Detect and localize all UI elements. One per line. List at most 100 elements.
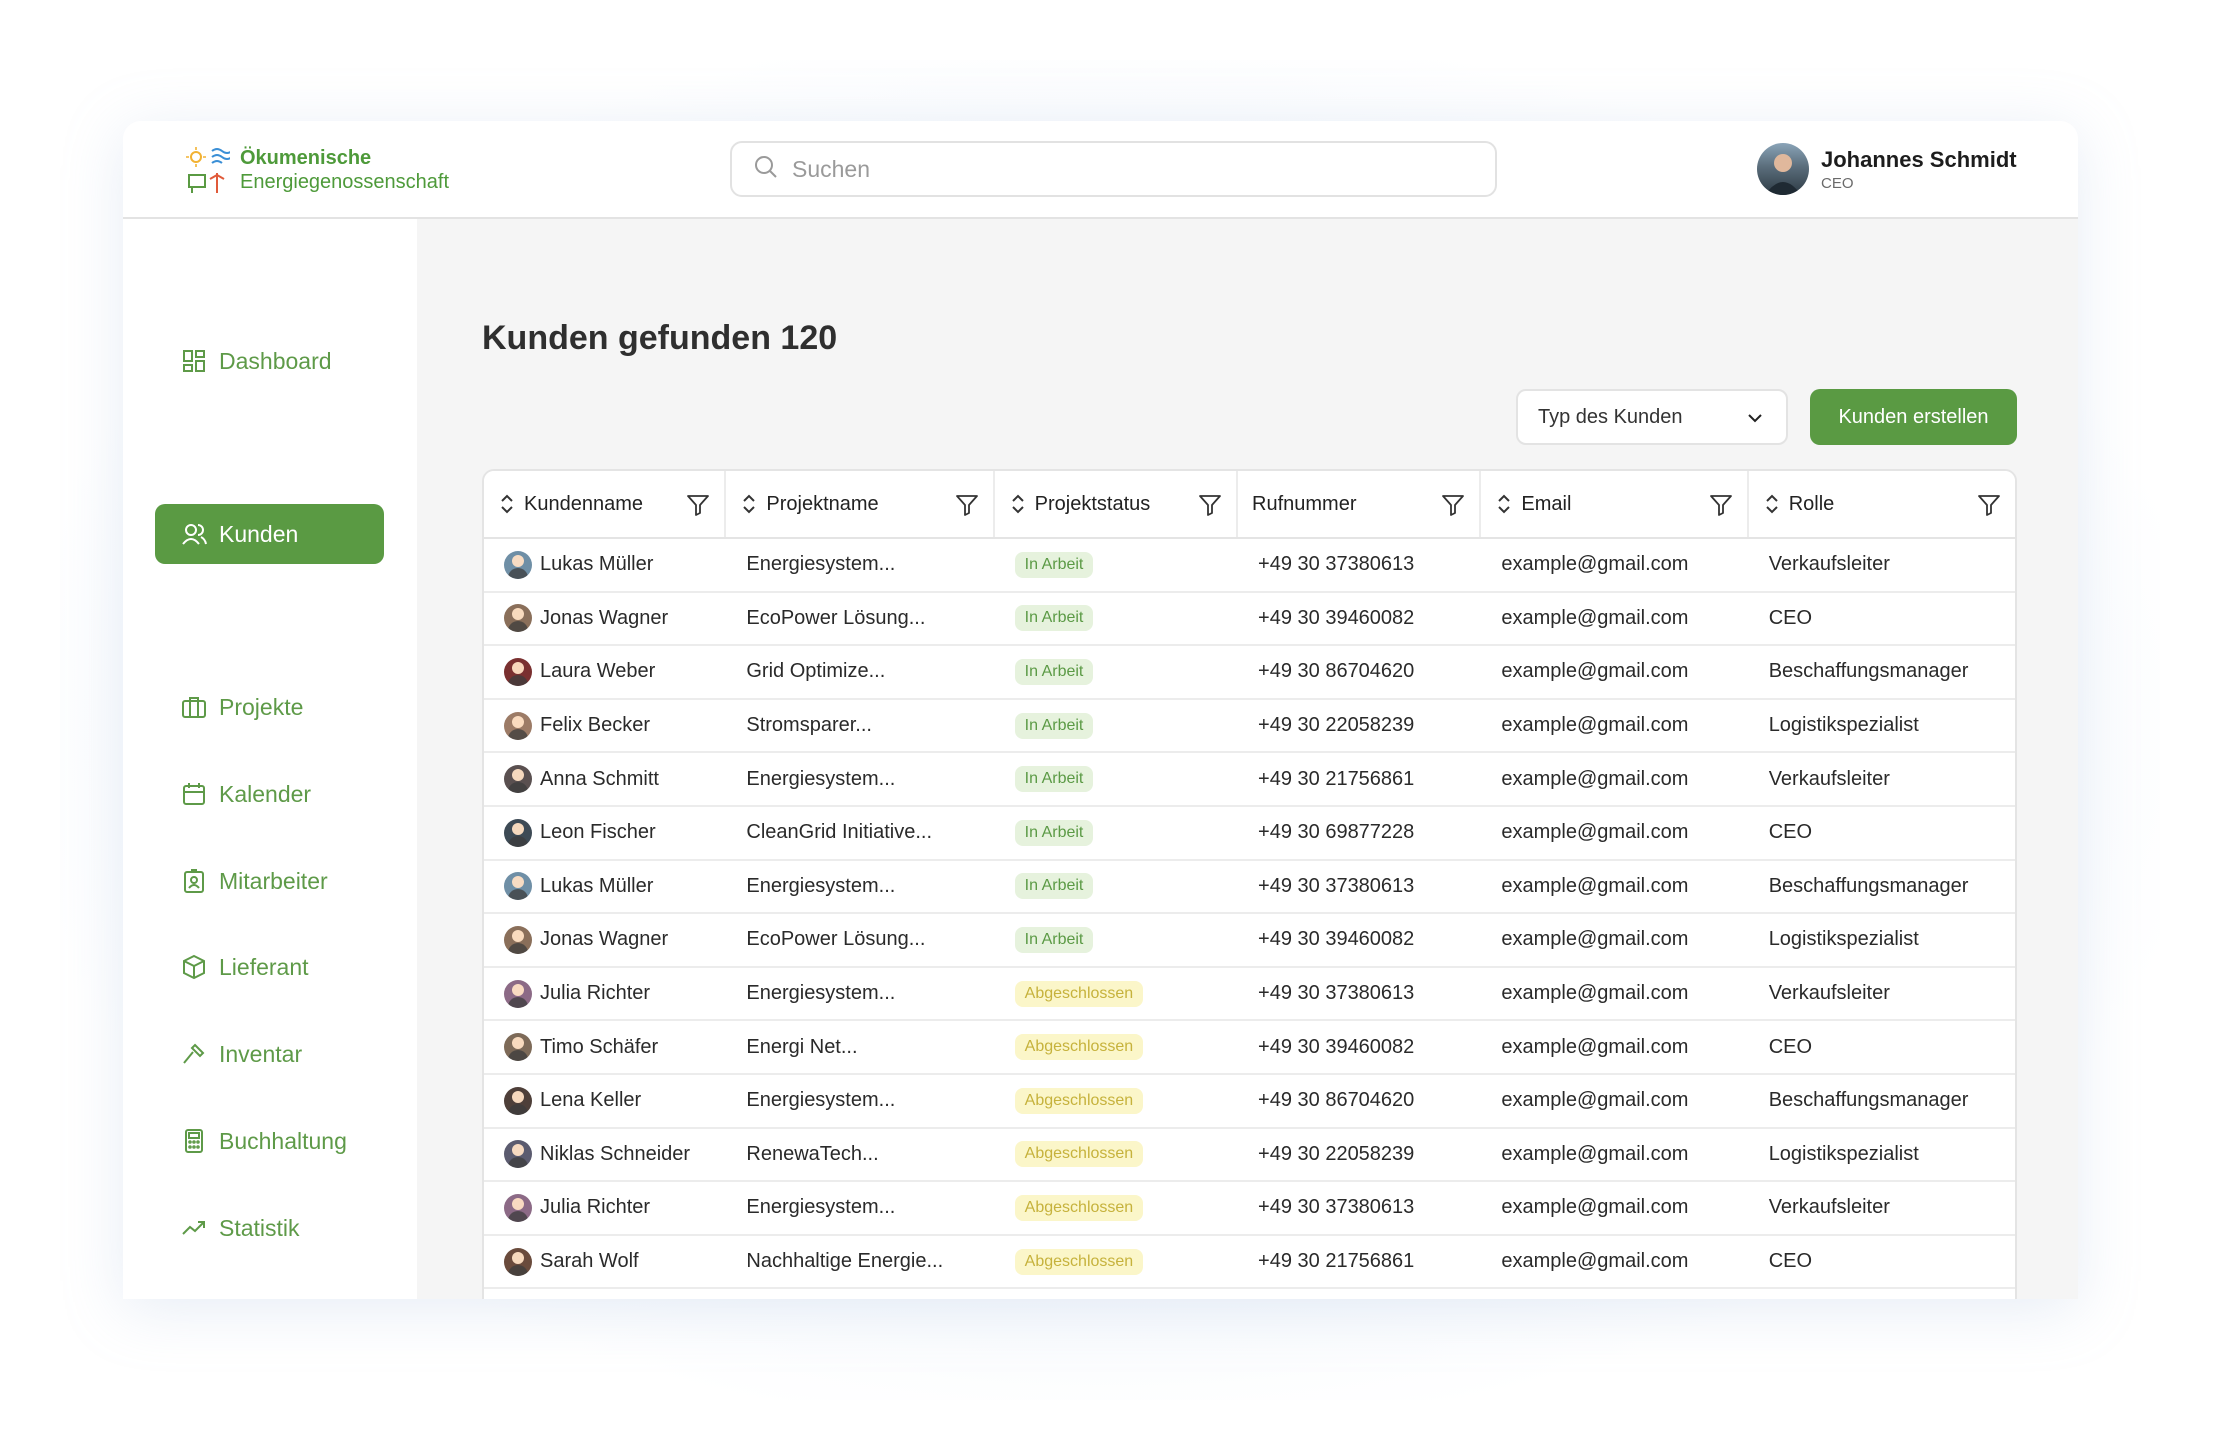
filter-icon[interactable] (1198, 493, 1222, 517)
cell-project-status: Abgeschlossen (995, 1129, 1238, 1181)
table-row[interactable]: Jonas Wagner EcoPower Lösung... In Arbeit +… (484, 914, 2015, 968)
cell-project-status: Abgeschlossen (995, 1021, 1238, 1073)
cell-project-name: Energiesystem... (746, 1089, 896, 1112)
search-input[interactable] (792, 155, 1472, 183)
create-customer-button[interactable]: Kunden erstellen (1810, 389, 2017, 445)
sidebar-item-projekte[interactable]: Projekte (155, 677, 384, 737)
avatar (504, 872, 532, 901)
table-row[interactable]: Lukas Müller Energiesystem... In Arbeit +49… (484, 539, 2015, 593)
sidebar-item-label: Inventar (219, 1040, 303, 1067)
cell-role: Logistikspezialist (1768, 714, 1919, 737)
cell-customer-name[interactable]: Timo Schäfer (484, 1021, 726, 1073)
app-window: Ökumenische Energiegenossenschaft Johann… (123, 121, 2078, 1299)
cell-customer-name[interactable]: Laura Weber (484, 646, 726, 698)
cell-customer-name[interactable]: Lukas Müller (484, 539, 726, 591)
table-row[interactable]: Sarah Wolf Nachhaltige Energie... Abgeschl… (484, 1236, 2015, 1290)
customer-name: Lukas Müller (540, 874, 654, 897)
cell-customer-name[interactable]: Felix Becker (484, 700, 726, 752)
table-row[interactable]: Lukas Müller Energiesystem... In Arbeit +49… (484, 861, 2015, 915)
cell-project-name: Nachhaltige Energie... (746, 1250, 944, 1273)
table-row[interactable]: Anna Schmitt Energiesystem... In Arbeit +49… (484, 753, 2015, 807)
sort-icon[interactable] (1009, 493, 1027, 515)
cell-project-status: Abgeschlossen (995, 968, 1238, 1020)
status-badge: Abgeschlossen (1014, 980, 1144, 1007)
cell-project-name: CleanGrid Initiative... (746, 821, 933, 844)
page-title: Kunden gefunden 120 (482, 319, 838, 357)
table-row[interactable]: Leon Fischer CleanGrid Initiative... In Ar… (484, 807, 2015, 861)
cell-customer-name[interactable]: Julia Richter (484, 1182, 726, 1234)
cell-phone: +49 30 37380613 (1258, 553, 1415, 576)
cell-customer-name[interactable]: Lena Keller (484, 1075, 726, 1127)
table-row[interactable]: Julia Richter Energiesystem... Abgeschloss… (484, 968, 2015, 1022)
cell-customer-name[interactable]: Leon Fischer (484, 807, 726, 859)
sidebar-item-inventar[interactable]: Inventar (155, 1024, 384, 1084)
cell-project-name: Energiesystem... (746, 1196, 896, 1219)
customer-name: Laura Weber (540, 660, 656, 683)
sidebar-item-label: Dashboard (219, 347, 332, 374)
filter-icon[interactable] (1977, 493, 2001, 517)
column-label: Rufnummer (1252, 492, 1357, 515)
filter-icon[interactable] (1709, 493, 1733, 517)
cell-phone: +49 30 39460082 (1258, 928, 1415, 951)
column-header-projektname[interactable]: Projektname (726, 471, 995, 537)
avatar[interactable] (1757, 143, 1809, 195)
filter-icon[interactable] (955, 493, 979, 517)
cell-project-name: Grid Optimize... (746, 660, 886, 683)
table-row[interactable]: Timo Schäfer Energi Net... Abgeschlossen +4… (484, 1021, 2015, 1075)
sidebar-item-mitarbeiter[interactable]: Mitarbeiter (155, 851, 384, 911)
status-badge: Abgeschlossen (1014, 1248, 1144, 1275)
table-row[interactable]: Laura Weber Grid Optimize... In Arbeit +49 … (484, 646, 2015, 700)
cell-role: Verkaufsleiter (1768, 982, 1890, 1005)
filter-icon[interactable] (1441, 493, 1465, 517)
avatar (504, 1193, 532, 1222)
filter-icon[interactable] (686, 493, 710, 517)
cell-customer-name[interactable]: Jonas Wagner (484, 914, 726, 966)
column-header-kundenname[interactable]: Kundenname (484, 471, 727, 537)
sort-icon[interactable] (740, 493, 758, 515)
table-row[interactable]: Jonas Wagner EcoPower Lösung... In Arbeit +… (484, 593, 2015, 647)
trend-up-icon (181, 1215, 207, 1241)
status-badge: In Arbeit (1014, 605, 1094, 632)
cell-project-name: EcoPower Lösung... (746, 928, 926, 951)
table-row[interactable]: Niklas Schneider RenewaTech... Abgeschloss… (484, 1129, 2015, 1183)
cell-customer-name[interactable]: Jonas Wagner (484, 593, 726, 645)
sidebar-item-buchhaltung[interactable]: Buchhaltung (155, 1111, 384, 1171)
sidebar-item-statistik[interactable]: Statistik (155, 1198, 384, 1258)
status-badge: Abgeschlossen (1014, 1194, 1144, 1221)
column-label: Rolle (1788, 492, 1835, 515)
cell-customer-name[interactable]: Lukas Müller (484, 861, 726, 913)
brand-logo[interactable]: Ökumenische Energiegenossenschaft (186, 145, 449, 195)
column-header-rufnummer[interactable]: Rufnummer (1238, 471, 1482, 537)
customer-type-select-label: Typ des Kunden (1538, 405, 1683, 428)
cell-customer-name[interactable]: Niklas Schneider (484, 1129, 726, 1181)
avatar (504, 711, 532, 740)
column-header-projektstatus[interactable]: Projektstatus (995, 471, 1239, 537)
user-profile[interactable]: Johannes Schmidt CEO (1757, 143, 2017, 195)
cell-email: example@gmail.com (1501, 660, 1689, 683)
sort-icon[interactable] (498, 493, 516, 515)
brand-name-line1: Ökumenische (240, 147, 372, 169)
cell-customer-name[interactable]: Anna Schmitt (484, 753, 726, 805)
column-header-rolle[interactable]: Rolle (1749, 471, 2015, 537)
table-row[interactable]: Felix Becker Stromsparer... In Arbeit +49 3… (484, 700, 2015, 754)
status-badge: In Arbeit (1014, 926, 1094, 953)
box-icon (181, 954, 207, 980)
search-icon (754, 155, 778, 184)
table-row[interactable]: Lena Keller Energiesystem... Abgeschlossen… (484, 1075, 2015, 1129)
cell-role: Beschaffungsmanager (1768, 660, 1969, 683)
customer-type-select[interactable]: Typ des Kunden (1516, 389, 1788, 445)
cell-customer-name[interactable]: Julia Richter (484, 968, 726, 1020)
sort-icon[interactable] (1763, 493, 1781, 515)
cell-customer-name[interactable]: Sarah Wolf (484, 1236, 726, 1288)
sidebar-item-lieferant[interactable]: Lieferant (155, 937, 384, 997)
sidebar-item-kunden[interactable]: Kunden (155, 504, 384, 564)
sort-icon[interactable] (1495, 493, 1513, 515)
search-box[interactable] (730, 141, 1497, 197)
cell-project-name: Energiesystem... (746, 553, 896, 576)
sidebar-item-label: Kunden (219, 520, 299, 547)
cell-project-name: Energi Net... (746, 1035, 858, 1058)
sidebar-item-kalender[interactable]: Kalender (155, 764, 384, 824)
sidebar-item-dashboard[interactable]: Dashboard (155, 331, 384, 391)
table-row[interactable]: Julia Richter Energiesystem... Abgeschloss… (484, 1182, 2015, 1236)
column-header-email[interactable]: Email (1481, 471, 1749, 537)
